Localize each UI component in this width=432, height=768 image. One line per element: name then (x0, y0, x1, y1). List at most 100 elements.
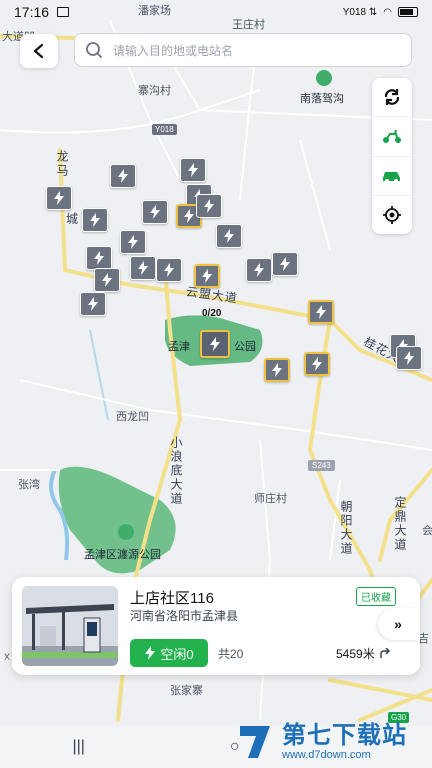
wifi-icon: ◠ (383, 6, 392, 18)
lightning-icon (224, 229, 234, 243)
status-bar: 17:16 Y018 ⇅ ◠ (0, 0, 432, 24)
station-marker[interactable] (396, 346, 422, 370)
station-marker[interactable] (86, 246, 112, 270)
status-time: 17:16 (14, 4, 50, 20)
back-button[interactable] (20, 34, 58, 68)
station-marker[interactable] (94, 268, 120, 292)
lightning-icon (150, 205, 160, 219)
station-address: 河南省洛阳市孟津县 (130, 609, 239, 623)
station-card[interactable]: 上店社区116 河南省洛阳市孟津县 已收藏 空闲0 共20 5459米 (12, 577, 420, 675)
car-filter-button[interactable] (372, 157, 412, 196)
station-marker[interactable] (272, 252, 298, 276)
station-marker[interactable] (308, 300, 334, 324)
watermark: 第七下载站 www.d7down.com (236, 716, 432, 768)
station-marker[interactable] (130, 256, 156, 280)
lightning-icon (88, 297, 98, 311)
lightning-icon (118, 169, 128, 183)
lightning-icon (164, 263, 174, 277)
selected-station-count: 0/20 (202, 308, 222, 319)
free-chargers-button[interactable]: 空闲0 (130, 639, 208, 667)
lightning-icon (184, 209, 194, 223)
search-input[interactable]: 请输入目的地或电站名 (74, 33, 412, 67)
watermark-logo-icon (240, 726, 270, 758)
station-marker[interactable] (156, 258, 182, 282)
car-icon (383, 171, 400, 183)
map-label: 孟津区瀍源公园 (84, 549, 161, 561)
station-marker[interactable] (80, 292, 106, 316)
navigate-arrow-icon (379, 647, 390, 658)
map-label: 定鼎大道 (393, 496, 407, 552)
map-label: 会 (422, 525, 432, 537)
total-chargers: 共20 (218, 647, 244, 661)
distance-navigate[interactable]: 5459米 (336, 645, 391, 662)
station-marker[interactable] (246, 258, 272, 282)
station-marker[interactable] (82, 208, 108, 232)
lightning-icon (54, 191, 64, 205)
lightning-icon (102, 273, 112, 287)
lightning-icon (280, 257, 290, 271)
favorite-badge[interactable]: 已收藏 (356, 587, 396, 606)
search-placeholder: 请输入目的地或电站名 (113, 43, 234, 58)
refresh-button[interactable] (372, 78, 412, 118)
distance-value: 5459米 (336, 647, 375, 661)
selected-station-marker[interactable] (200, 330, 230, 358)
station-marker[interactable] (120, 230, 146, 254)
map-label: 朝阳大道 (339, 500, 353, 556)
scooter-icon (383, 130, 401, 144)
map-label: 张家寨 (170, 685, 203, 697)
station-photo (22, 586, 118, 666)
free-chargers-label: 空闲0 (160, 646, 194, 662)
locate-button[interactable] (372, 196, 412, 234)
station-marker[interactable] (142, 200, 168, 224)
station-marker[interactable] (180, 158, 206, 182)
lightning-icon (145, 646, 156, 660)
signal-info: Y018 ⇅ (342, 6, 378, 18)
road-badge-s243: S243 (308, 460, 335, 471)
lightning-icon (94, 251, 104, 265)
lightning-icon (90, 213, 100, 227)
lightning-icon (404, 351, 414, 365)
map-label: 城 (66, 212, 80, 226)
lightning-icon (188, 163, 198, 177)
locate-icon (383, 205, 401, 224)
refresh-icon (384, 89, 400, 106)
battery-icon (398, 7, 418, 17)
map-label: 师庄村 (254, 493, 287, 505)
expand-button[interactable]: » (378, 608, 418, 640)
park-icon (316, 70, 332, 86)
lightning-icon (316, 305, 326, 319)
chevron-left-icon (33, 43, 44, 59)
map-label: 西龙凹 (116, 411, 149, 423)
map-label: 公园 (234, 341, 256, 353)
map-label: 龙马 (55, 150, 69, 178)
road-badge-y018: Y018 (152, 124, 177, 135)
watermark-url: www.d7down.com (282, 749, 371, 762)
station-marker[interactable] (304, 352, 330, 376)
lightning-icon (254, 263, 264, 277)
station-marker[interactable] (46, 186, 72, 210)
map-label: 小浪底大道 (169, 436, 183, 506)
station-marker[interactable] (196, 194, 222, 218)
watermark-title: 第七下载站 (282, 721, 407, 749)
map-label: X (4, 652, 11, 662)
lightning-icon (202, 269, 212, 283)
scooter-filter-button[interactable] (372, 117, 412, 157)
station-marker[interactable] (216, 224, 242, 248)
image-icon (57, 7, 70, 17)
recents-icon[interactable]: ||| (72, 738, 84, 756)
lightning-icon (272, 363, 282, 377)
station-marker[interactable] (264, 358, 290, 382)
station-marker[interactable] (194, 264, 220, 288)
double-chevron-right-icon: » (394, 616, 402, 632)
lightning-icon (210, 337, 220, 351)
station-name: 上店社区116 (130, 590, 214, 607)
search-icon (86, 42, 102, 58)
lightning-icon (128, 235, 138, 249)
station-marker[interactable] (110, 164, 136, 188)
park-icon (118, 524, 134, 540)
map-label: 孟津 (168, 341, 190, 353)
map-label: 张湾 (18, 479, 40, 491)
map-label: 寨沟村 (138, 85, 171, 97)
map-label: 南落驾沟 (300, 93, 344, 105)
stream (89, 329, 109, 421)
